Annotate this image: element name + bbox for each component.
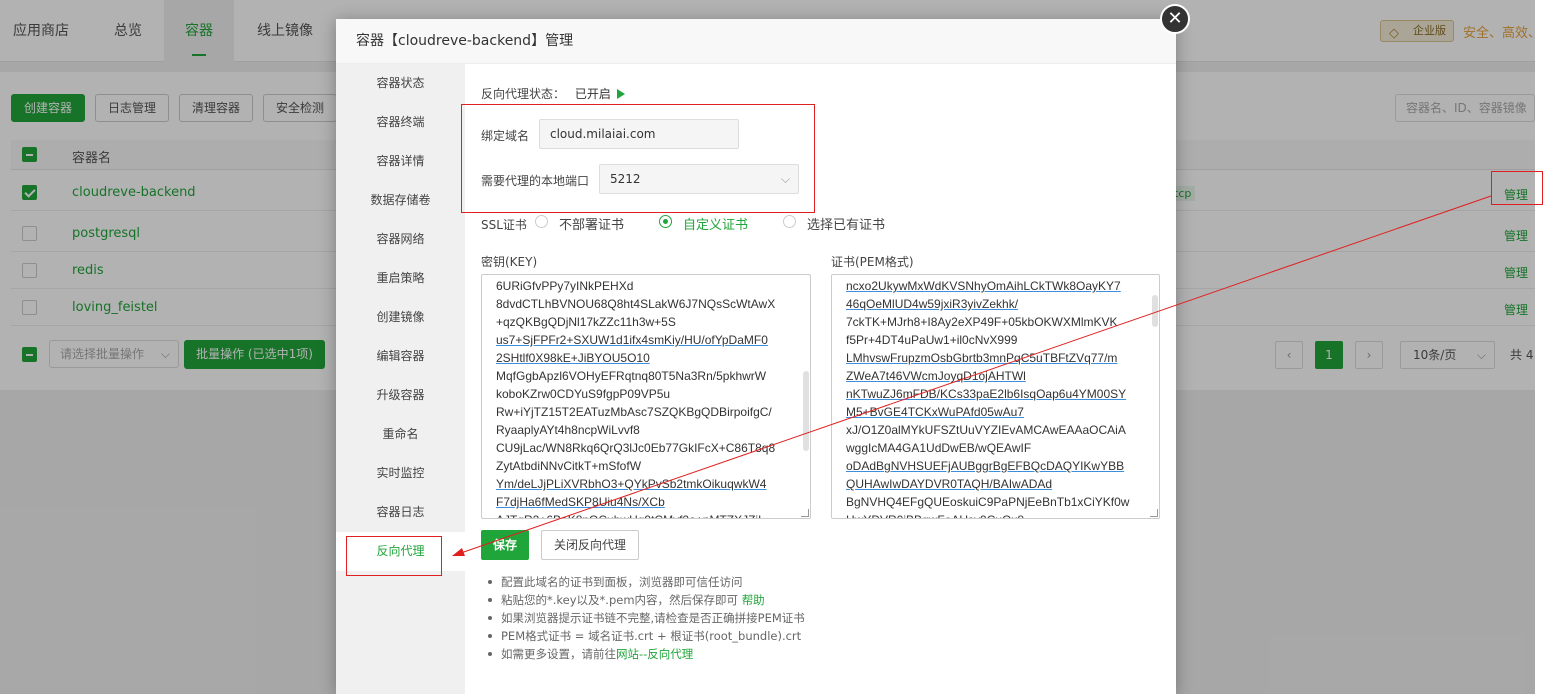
annotation-arrow <box>452 195 1492 556</box>
